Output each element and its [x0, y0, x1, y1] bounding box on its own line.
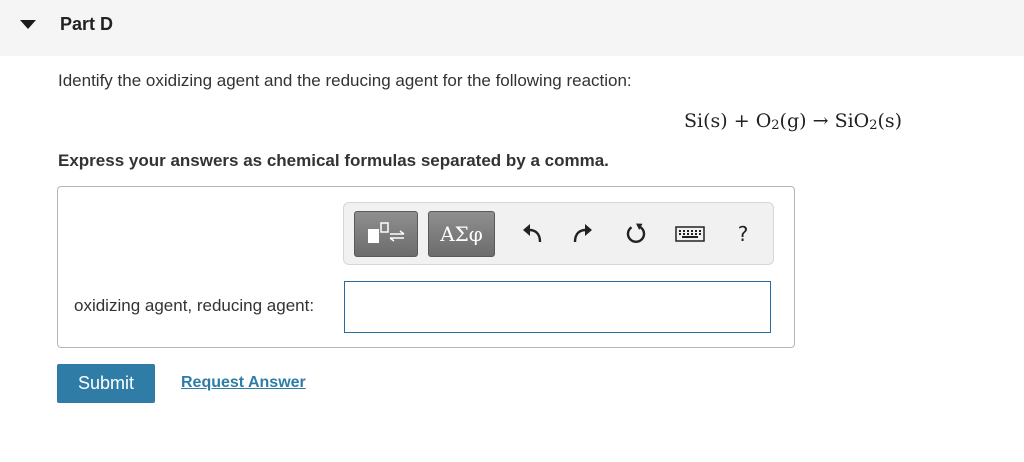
collapse-caret-icon[interactable] — [20, 20, 36, 29]
reset-button[interactable] — [621, 219, 651, 249]
answer-field-label: oxidizing agent, reducing agent: — [74, 296, 315, 315]
request-answer-link[interactable]: Request Answer — [181, 374, 306, 392]
product-sio2: SiO2(s) — [834, 110, 903, 133]
help-icon: ? — [737, 222, 749, 246]
keyboard-icon — [675, 226, 705, 242]
question-prompt: Identify the oxidizing agent and the red… — [58, 71, 632, 90]
reaction-arrow: → — [812, 110, 829, 132]
templates-button[interactable] — [354, 211, 418, 257]
plus-sign: + — [733, 110, 750, 132]
reactant-o2: O2(g) — [755, 110, 807, 133]
undo-button[interactable] — [517, 219, 547, 249]
symbols-button[interactable]: ΑΣφ — [428, 211, 495, 257]
math-toolbar: ΑΣφ ? — [343, 202, 774, 265]
templates-icon — [368, 222, 405, 243]
part-header: Part D — [0, 0, 1024, 56]
reactant-si: Si(s) — [684, 110, 728, 132]
part-title: Part D — [60, 14, 114, 34]
help-button[interactable]: ? — [728, 219, 758, 249]
keyboard-button[interactable] — [674, 219, 706, 249]
undo-icon — [523, 224, 542, 243]
redo-button[interactable] — [568, 219, 598, 249]
answer-instruction: Express your answers as chemical formula… — [58, 151, 609, 170]
reset-icon — [626, 223, 646, 244]
answer-input[interactable] — [344, 281, 771, 333]
submit-button[interactable]: Submit — [57, 364, 155, 403]
redo-icon — [573, 224, 592, 243]
reaction-equation: Si(s) + O2(g) → SiO2(s) — [684, 110, 903, 133]
